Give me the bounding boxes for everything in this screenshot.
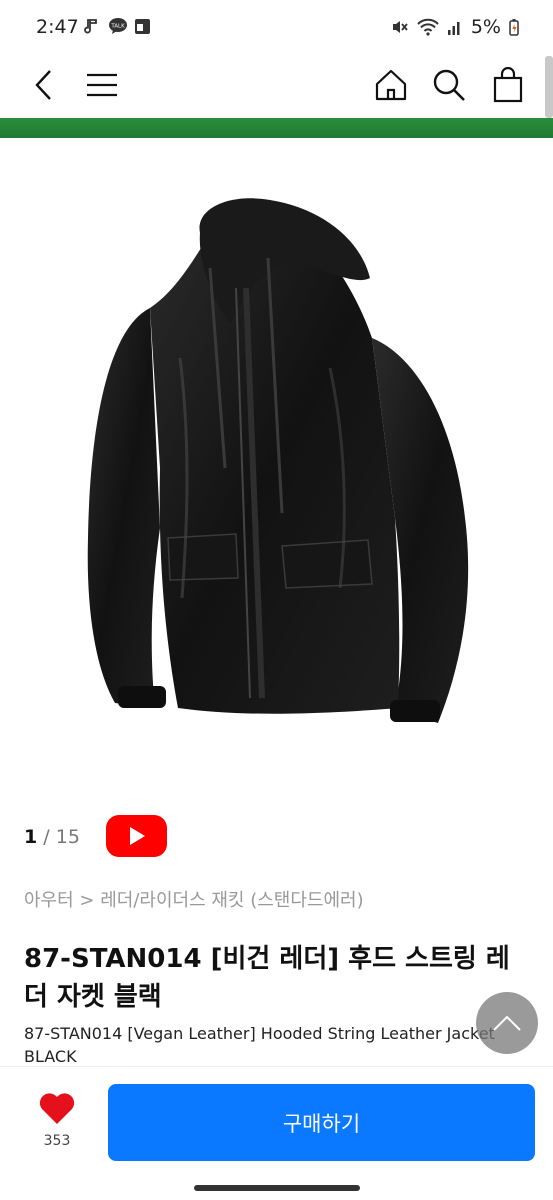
pager-total: 15 — [55, 826, 80, 848]
home-icon — [375, 69, 407, 101]
back-icon — [35, 70, 51, 100]
pager-current: 1 — [24, 826, 38, 848]
menu-icon — [87, 73, 117, 97]
like-count: 353 — [43, 1133, 71, 1149]
back-button[interactable] — [20, 60, 68, 110]
image-pager: 1 / 15 — [24, 826, 80, 848]
svg-text:TALK: TALK — [110, 24, 125, 30]
chevron-up-icon — [493, 1015, 521, 1031]
scroll-to-top-button[interactable] — [476, 992, 538, 1054]
search-icon — [433, 69, 465, 101]
cart-icon — [493, 67, 523, 103]
search-button[interactable] — [425, 60, 473, 110]
jacket-illustration — [87, 198, 469, 723]
music-note-icon — [84, 19, 97, 34]
menu-button[interactable] — [78, 60, 126, 110]
mute-icon — [392, 21, 408, 33]
scrollbar-thumb[interactable] — [545, 56, 553, 118]
heart-icon — [39, 1093, 75, 1124]
like-button[interactable]: 353 — [22, 1091, 92, 1157]
bottom-action-bar: 353 구매하기 — [0, 1066, 553, 1176]
home-button[interactable] — [367, 60, 415, 110]
signal-icon — [447, 22, 460, 35]
app-icon — [135, 18, 150, 34]
battery-icon — [509, 19, 519, 36]
product-title-ko: 87-STAN014 [비건 레더] 후드 스트링 레더 자켓 블랙 — [24, 944, 510, 1012]
product-image[interactable] — [0, 138, 553, 790]
youtube-video-button[interactable] — [106, 815, 167, 857]
breadcrumb[interactable]: 아우터 > 레더/라이더스 재킷 (스탠다드에러) — [24, 886, 364, 912]
pager-separator: / — [43, 826, 50, 848]
cart-button[interactable] — [484, 60, 532, 110]
status-bar: 2:47 TALK 5% — [0, 0, 553, 56]
wifi-icon — [417, 18, 439, 36]
talk-icon: TALK — [109, 18, 127, 34]
promo-banner-strip[interactable] — [0, 118, 553, 138]
status-time: 2:47 — [36, 16, 79, 38]
top-nav — [0, 56, 553, 118]
home-indicator[interactable] — [194, 1185, 360, 1191]
battery-level: 5% — [470, 16, 501, 38]
buy-button[interactable]: 구매하기 — [108, 1084, 535, 1161]
play-icon — [129, 827, 145, 845]
product-title-en: 87-STAN014 [Vegan Leather] Hooded String… — [24, 1024, 495, 1066]
